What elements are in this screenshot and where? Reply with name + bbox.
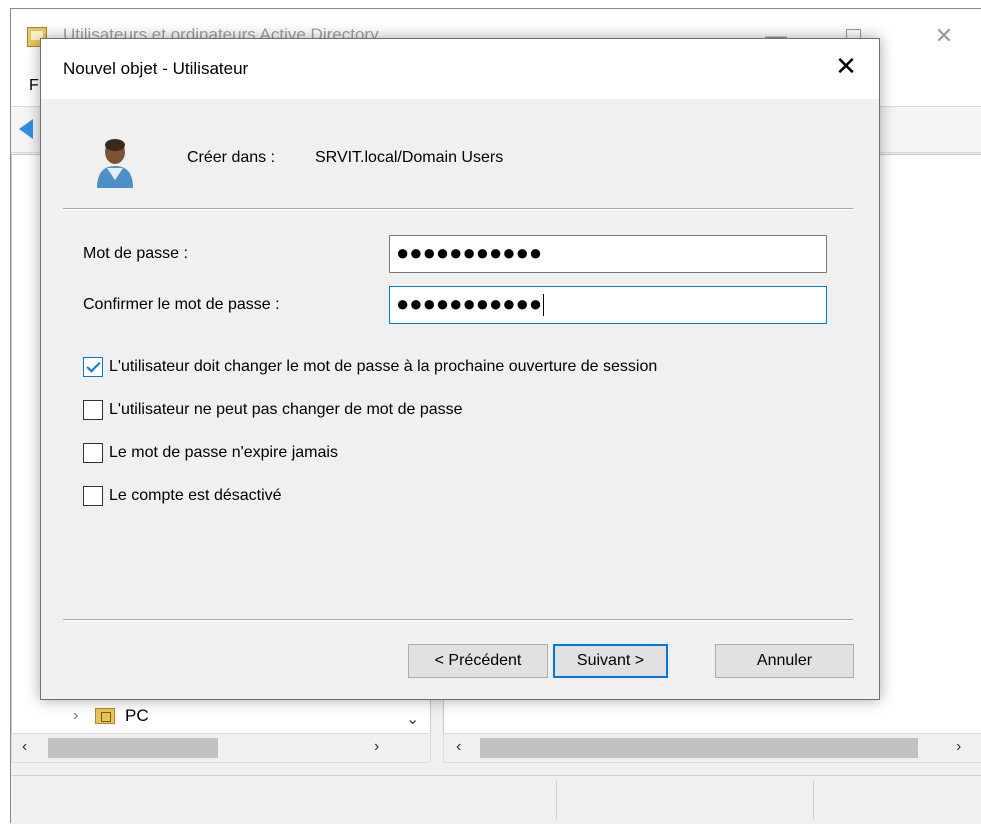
dialog-titlebar: Nouvel objet - Utilisateur ✕ xyxy=(41,39,879,99)
chevron-down-icon[interactable]: ⌄ xyxy=(406,709,419,729)
status-divider xyxy=(556,780,557,820)
new-user-dialog: Nouvel objet - Utilisateur ✕ Créer dans … xyxy=(40,38,880,700)
left-horizontal-scrollbar[interactable]: ‹ › xyxy=(11,733,431,763)
checkbox-label: L'utilisateur doit changer le mot de pas… xyxy=(109,358,658,375)
back-arrow-icon[interactable] xyxy=(19,119,33,139)
checkbox-label: Le mot de passe n'expire jamais xyxy=(109,444,338,461)
close-icon[interactable]: ✕ xyxy=(831,51,861,81)
cancel-button[interactable]: Annuler xyxy=(715,644,854,678)
right-horizontal-scrollbar[interactable]: ‹ › xyxy=(443,733,981,763)
checkbox-label: Le compte est désactivé xyxy=(109,487,282,504)
confirm-password-field[interactable]: ●●●●●●●●●●● xyxy=(389,286,827,324)
checkbox[interactable] xyxy=(83,357,103,377)
scroll-right-icon[interactable]: › xyxy=(956,738,961,756)
checkbox[interactable] xyxy=(83,400,103,420)
checkbox-password-never-expires[interactable]: Le mot de passe n'expire jamais xyxy=(83,443,338,463)
confirm-password-label: Confirmer le mot de passe : xyxy=(83,296,280,313)
text-caret xyxy=(543,294,545,317)
tree-item-pc[interactable]: › PC xyxy=(73,705,149,727)
main-close-button[interactable]: ✕ xyxy=(924,23,964,49)
status-divider xyxy=(813,780,814,820)
chevron-right-icon[interactable]: › xyxy=(73,707,85,725)
divider xyxy=(63,208,853,210)
dialog-title: Nouvel objet - Utilisateur xyxy=(63,59,249,78)
create-in-path: SRVIT.local/Domain Users xyxy=(315,149,504,166)
divider xyxy=(63,619,853,621)
password-label: Mot de passe : xyxy=(83,245,188,262)
ou-folder-icon xyxy=(95,708,115,724)
checkbox-must-change-password[interactable]: L'utilisateur doit changer le mot de pas… xyxy=(83,357,657,377)
next-button[interactable]: Suivant > xyxy=(553,644,668,678)
checkbox-account-disabled[interactable]: Le compte est désactivé xyxy=(83,486,282,506)
checkbox-cannot-change-password[interactable]: L'utilisateur ne peut pas changer de mot… xyxy=(83,400,463,420)
menu-file[interactable]: F xyxy=(29,77,39,95)
confirm-password-value: ●●●●●●●●●●● xyxy=(396,291,543,316)
tree-item-label: PC xyxy=(125,706,149,725)
status-bar xyxy=(11,775,981,824)
create-in-label: Créer dans : xyxy=(187,149,276,166)
user-icon xyxy=(97,139,133,188)
scroll-left-icon[interactable]: ‹ xyxy=(456,738,461,756)
scroll-right-icon[interactable]: › xyxy=(374,738,379,756)
previous-button[interactable]: < Précédent xyxy=(408,644,548,678)
checkbox-label: L'utilisateur ne peut pas changer de mot… xyxy=(109,401,463,418)
password-field[interactable]: ●●●●●●●●●●● xyxy=(389,235,827,273)
checkbox[interactable] xyxy=(83,443,103,463)
checkbox[interactable] xyxy=(83,486,103,506)
scrollbar-thumb[interactable] xyxy=(48,738,218,758)
password-value: ●●●●●●●●●●● xyxy=(396,240,543,265)
scroll-left-icon[interactable]: ‹ xyxy=(22,738,27,756)
scrollbar-thumb[interactable] xyxy=(480,738,918,758)
